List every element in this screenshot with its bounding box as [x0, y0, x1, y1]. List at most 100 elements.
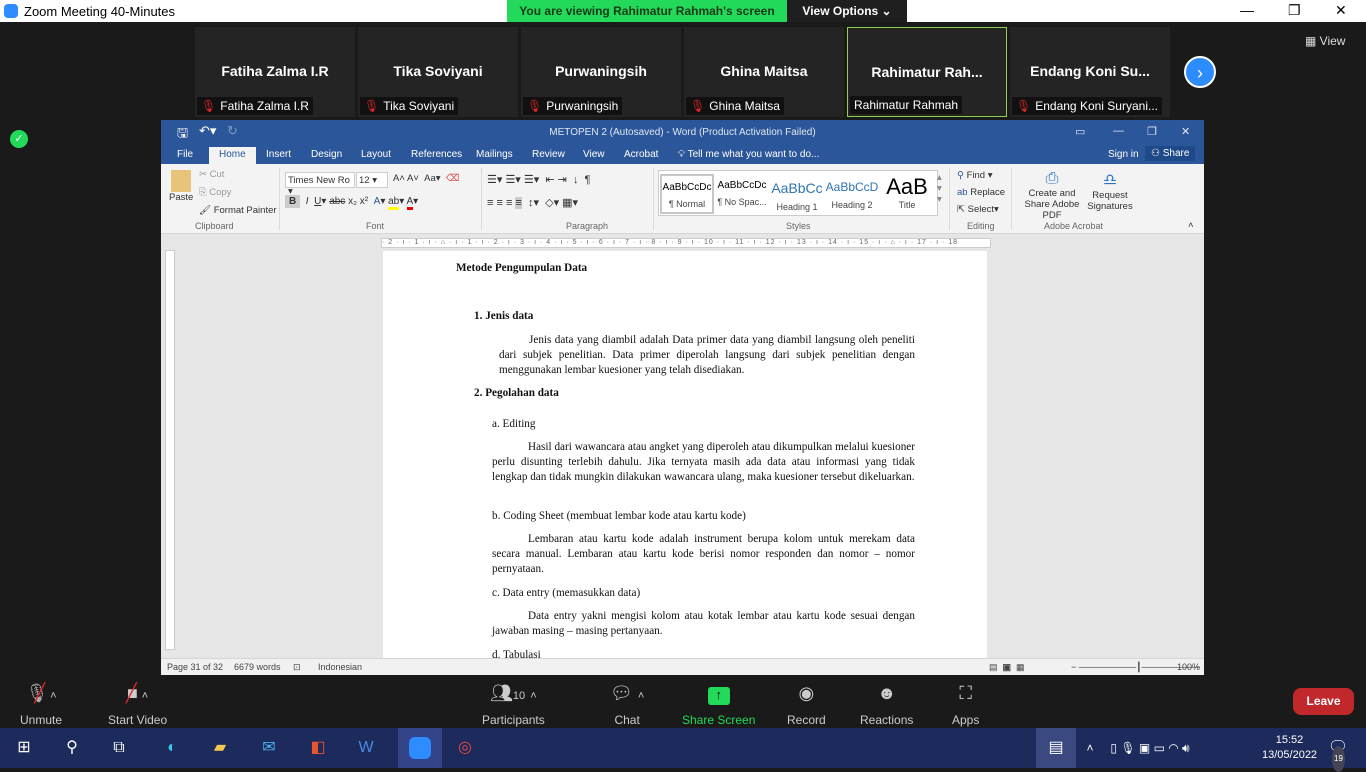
find-button[interactable]: ⚲ Find ▾ [957, 170, 993, 181]
share-screen-button[interactable]: ↑ Share Screen [682, 683, 755, 727]
tab-references[interactable]: References [411, 149, 462, 160]
page-count[interactable]: Page 31 of 32 [167, 662, 223, 672]
show-hidden-icons[interactable]: ˄ [1078, 736, 1102, 760]
style-preview: AaBbCc [771, 180, 823, 196]
vertical-ruler[interactable] [165, 250, 175, 650]
notifications-icon[interactable]: 🗨︎19 [1326, 736, 1350, 772]
alignment-buttons[interactable]: ≡ ≡ ≡ ≡ ↕▾ ◇▾ ▦▾ [487, 196, 578, 209]
participant-tile[interactable]: Tika Soviyani 🎙︎ Tika Soviyani [358, 27, 518, 117]
reactions-button[interactable]: ☻ Reactions [860, 683, 913, 727]
restore-icon[interactable]: ❐ [1147, 125, 1157, 138]
format-painter-button[interactable]: 🖌︎ Format Painter [199, 205, 277, 216]
tab-home[interactable]: Home [209, 147, 256, 164]
participant-tile[interactable]: Endang Koni Su... 🎙︎ Endang Koni Suryani.… [1010, 27, 1170, 117]
apps-button[interactable]: ⛶ Apps [952, 683, 979, 727]
clock[interactable]: 15:52 13/05/2022 [1262, 733, 1317, 763]
system-tray-icons[interactable]: ▯ 🎙︎ ▣ ▭ ◠ 🔊︎ [1100, 736, 1200, 760]
participant-tile[interactable]: Fatiha Zalma I.R 🎙︎ Fatiha Zalma I.R [195, 27, 355, 117]
leave-button[interactable]: Leave [1293, 688, 1354, 715]
style-heading1[interactable]: AaBbCc Heading 1 [770, 174, 824, 214]
maximize-icon[interactable]: ❐ [1288, 2, 1301, 19]
word-icon[interactable]: W [354, 736, 378, 760]
apps-icon: ⛶ [959, 683, 972, 703]
office-icon[interactable]: ◧ [306, 736, 330, 760]
style-title[interactable]: AaB Title [880, 174, 934, 214]
participant-tile[interactable]: Ghina Maitsa 🎙︎ Ghina Maitsa [684, 27, 844, 117]
horizontal-ruler[interactable]: · 2 · ı · 1 · ı · ⌂ · ı · 1 · ı · 2 · ı … [381, 238, 991, 248]
participant-label: 🎙︎ Purwaningsih [523, 97, 623, 115]
edge-icon[interactable]: ◐ [160, 736, 184, 760]
style-normal[interactable]: AaBbCcDc ¶ Normal [660, 174, 714, 214]
file-explorer-icon[interactable]: ▰ [208, 736, 232, 760]
tab-acrobat[interactable]: Acrobat [624, 149, 658, 160]
close-icon[interactable]: ✕ [1181, 125, 1190, 138]
participant-tile[interactable]: Purwaningsih 🎙︎ Purwaningsih [521, 27, 681, 117]
lightbulb-icon: 💡︎ [678, 149, 688, 160]
view-mode-icons[interactable]: ▤ ▣ ▦ [989, 662, 1025, 673]
styles-scroll-icon[interactable]: ▴ ▾ ▾ [937, 172, 942, 205]
language[interactable]: Indonesian [318, 662, 362, 672]
word-window: 🖫 ↶▾ ↻ METOPEN 2 (Autosaved) - Word (Pro… [161, 120, 1204, 675]
request-signatures-button[interactable]: ♎︎ Request Signatures [1085, 170, 1135, 212]
security-shield-icon[interactable]: ✓ [10, 130, 28, 148]
view-options-button[interactable]: View Options ⌄ [787, 0, 907, 22]
select-button[interactable]: ⇱ Select▾ [957, 204, 999, 215]
ribbon-display-icon[interactable]: ▭ [1075, 125, 1085, 138]
unmute-button[interactable]: 🎙︎╱ ˄ Unmute [20, 683, 62, 727]
minimize-icon[interactable]: — [1240, 2, 1254, 18]
minimize-icon[interactable]: — [1113, 125, 1124, 137]
status-bar: Page 31 of 32 6679 words ⊡ Indonesian ▤ … [161, 658, 1204, 675]
chrome-icon[interactable]: ◎ [453, 736, 477, 760]
task-view-icon[interactable]: ⧉ [107, 736, 131, 760]
participant-name: Fatiha Zalma I.R [221, 63, 329, 79]
sign-in-link[interactable]: Sign in [1108, 149, 1139, 160]
view-button[interactable]: ▦ View [1305, 34, 1345, 48]
windows-start-icon[interactable]: ⊞ [12, 736, 36, 760]
tab-view[interactable]: View [583, 149, 605, 160]
record-button[interactable]: ◉ Record [787, 683, 826, 727]
mail-icon[interactable]: ✉ [257, 736, 281, 760]
replace-button[interactable]: ab Replace [957, 187, 1005, 198]
zoom-logo-icon [4, 4, 18, 18]
ribbon: Paste ✂ Cut ⎘ Copy 🖌︎ Format Painter Cli… [161, 164, 1204, 234]
muted-mic-icon: 🎙︎ [201, 99, 217, 113]
tell-me-box[interactable]: 💡︎ Tell me what you want to do... [678, 149, 819, 160]
font-format-buttons[interactable]: B I U▾ abc x₂ x² A▾ ab▾ A▾ [285, 195, 418, 210]
font-name-select[interactable]: Times New Ro ▾ [285, 172, 355, 197]
news-widget-icon[interactable]: ▤ [1036, 728, 1076, 768]
zoom-level[interactable]: 100% [1177, 662, 1200, 672]
grow-font-icon[interactable]: A˄ A˅ Aa▾ ⌫ [393, 173, 459, 184]
next-page-icon[interactable]: › [1184, 56, 1216, 88]
participant-tile[interactable]: Rahimatur Rah... Rahimatur Rahmah [847, 27, 1007, 117]
paste-button[interactable]: Paste [169, 170, 193, 203]
tab-file[interactable]: File [177, 149, 193, 160]
participant-label: 🎙︎ Endang Koni Suryani... [1012, 97, 1162, 115]
collapse-ribbon-icon[interactable]: ˄ [1188, 220, 1194, 231]
close-icon[interactable]: ✕ [1335, 2, 1347, 19]
tab-insert[interactable]: Insert [266, 149, 291, 160]
tab-design[interactable]: Design [311, 149, 342, 160]
document-page[interactable]: Metode Pengumpulan Data 1. Jenis data Je… [383, 251, 987, 671]
tab-layout[interactable]: Layout [361, 149, 391, 160]
style-nospac[interactable]: AaBbCcDc ¶ No Spac... [715, 174, 769, 214]
participants-button[interactable]: 👥︎10 ˄ Participants [482, 683, 545, 727]
grid-icon: ▦ [1305, 34, 1320, 48]
tab-review[interactable]: Review [532, 149, 565, 160]
styles-group-label: Styles [786, 221, 811, 231]
proofing-icon[interactable]: ⊡ [293, 662, 301, 673]
cut-button[interactable]: ✂ Cut [199, 169, 224, 180]
font-size-select[interactable]: 12 ▾ [356, 172, 388, 188]
word-count[interactable]: 6679 words [234, 662, 281, 672]
doc-section-1: 1. Jenis data [474, 310, 534, 322]
start-video-button[interactable]: ■╱ ˄ Start Video [108, 683, 167, 727]
chat-button[interactable]: 💬︎ ˄ Chat [610, 683, 644, 727]
search-icon[interactable]: ⚲ [60, 736, 84, 760]
doc-paragraph: Lembaran atau kartu kode adalah instrume… [492, 533, 915, 575]
create-pdf-button[interactable]: ⎙ Create and Share Adobe PDF [1015, 170, 1089, 221]
zoom-app-icon[interactable] [398, 728, 442, 768]
list-buttons[interactable]: ☰▾ ☰▾ ☰▾ ⇤ ⇥ ↓ ¶ [487, 173, 591, 186]
share-button[interactable]: ⚇ Share [1145, 146, 1196, 161]
tab-mailings[interactable]: Mailings [476, 149, 513, 160]
style-heading2[interactable]: AaBbCcD Heading 2 [825, 174, 879, 214]
copy-button[interactable]: ⎘ Copy [199, 187, 231, 198]
